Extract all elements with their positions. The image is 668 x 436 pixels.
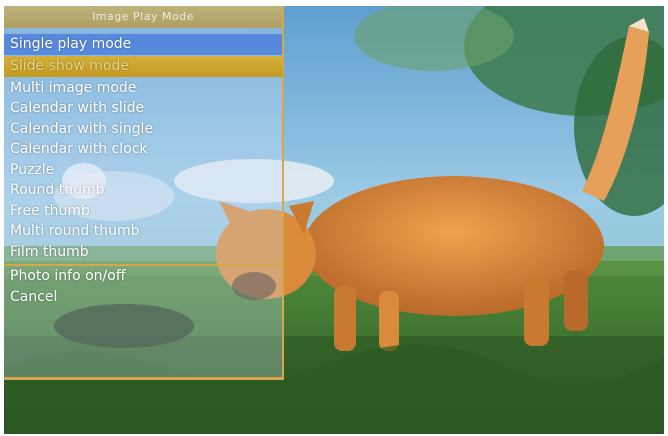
menu-item-slide-show-mode[interactable]: Slide show mode bbox=[4, 56, 282, 77]
menu-item-calendar-with-clock[interactable]: Calendar with clock bbox=[4, 139, 282, 160]
menu-item-round-thumb[interactable]: Round thumb bbox=[4, 180, 282, 201]
menu-item-photo-info-toggle[interactable]: Photo info on/off bbox=[4, 266, 282, 287]
menu-item-cancel[interactable]: Cancel bbox=[4, 287, 282, 308]
menu-item-multi-image-mode[interactable]: Multi image mode bbox=[4, 78, 282, 99]
menu-item-calendar-with-slide[interactable]: Calendar with slide bbox=[4, 98, 282, 119]
menu-item-multi-round-thumb[interactable]: Multi round thumb bbox=[4, 221, 282, 242]
menu-item-free-thumb[interactable]: Free thumb bbox=[4, 201, 282, 222]
menu-item-single-play-mode[interactable]: Single play mode bbox=[4, 34, 282, 55]
menu-item-puzzle[interactable]: Puzzle bbox=[4, 160, 282, 181]
play-mode-menu: Image Play Mode Single play mode Slide s… bbox=[4, 6, 284, 380]
menu-item-film-thumb[interactable]: Film thumb bbox=[4, 242, 282, 263]
menu-item-calendar-with-single[interactable]: Calendar with single bbox=[4, 119, 282, 140]
menu-title: Image Play Mode bbox=[4, 6, 282, 28]
